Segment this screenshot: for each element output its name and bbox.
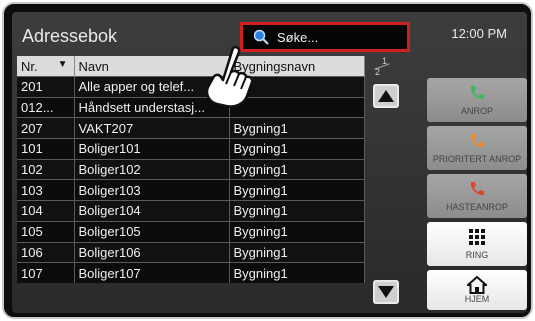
intercom-device: Adressebok Søke... 12:00 PM Nr. ▼ Navn By… <box>2 2 533 319</box>
cell-number: 101 <box>17 138 75 160</box>
screen: Adressebok Søke... 12:00 PM Nr. ▼ Navn By… <box>12 12 527 313</box>
search-icon <box>253 29 269 45</box>
table-row[interactable]: 207 VAKT207 Bygning1 <box>17 117 365 139</box>
table-row[interactable]: 102 Boliger102 Bygning1 <box>17 158 365 180</box>
table-row[interactable]: 012... Håndsett understasj... <box>17 96 365 118</box>
table-row[interactable]: 101 Boliger101 Bygning1 <box>17 138 365 160</box>
cell-building: Bygning1 <box>229 220 365 242</box>
phone-red-icon <box>470 182 484 196</box>
cell-name: Boliger101 <box>74 138 230 160</box>
arrow-up-icon <box>378 90 394 102</box>
cell-name: Boliger106 <box>74 241 230 263</box>
sort-arrow-icon[interactable]: ▼ <box>58 59 68 70</box>
search-label: Søke... <box>277 30 319 45</box>
keypad-icon <box>469 229 485 245</box>
ring-button[interactable]: RING <box>427 222 527 266</box>
cell-building: Bygning1 <box>229 179 365 201</box>
emergency-call-button[interactable]: HASTEANROP <box>427 174 527 218</box>
emergency-call-button-label: HASTEANROP <box>445 202 508 212</box>
phone-green-icon <box>470 86 484 100</box>
cell-number: 103 <box>17 179 75 201</box>
table-row[interactable]: 106 Boliger106 Bygning1 <box>17 241 365 263</box>
priority-call-button-label: PRIORITERT ANROP <box>432 154 522 164</box>
cell-name: Boliger102 <box>74 158 230 180</box>
cell-building: Bygning1 <box>229 200 365 222</box>
cell-number: 106 <box>17 241 75 263</box>
table-row[interactable]: 107 Boliger107 Bygning1 <box>17 262 365 283</box>
call-button-label: ANROP <box>460 106 493 116</box>
home-button-label: HJEM <box>464 294 490 304</box>
cell-number: 102 <box>17 158 75 180</box>
page-title: Adressebok <box>22 26 118 46</box>
page-indicator: 1 2 <box>370 56 394 77</box>
cell-name: Boliger104 <box>74 200 230 222</box>
cell-number: 105 <box>17 220 75 242</box>
table-row[interactable]: 103 Boliger103 Bygning1 <box>17 179 365 201</box>
page-total: 2 <box>375 67 381 77</box>
pointing-hand-icon <box>205 45 254 108</box>
cell-number: 012... <box>17 96 75 118</box>
cell-name: Boliger103 <box>74 179 230 201</box>
call-button[interactable]: ANROP <box>427 78 527 122</box>
column-header-number[interactable]: Nr. ▼ <box>17 56 75 77</box>
cell-name: Boliger105 <box>74 220 230 242</box>
arrow-down-icon <box>378 286 394 298</box>
cell-building: Bygning1 <box>229 138 365 160</box>
table-row[interactable]: 105 Boliger105 Bygning1 <box>17 220 365 242</box>
search-button[interactable]: Søke... <box>240 22 410 52</box>
address-table: Nr. ▼ Navn Bygningsnavn 201 Alle apper og … <box>17 56 365 283</box>
cell-name: Boliger107 <box>74 262 230 283</box>
table-row[interactable]: 201 Alle apper og telef... <box>17 76 365 98</box>
cell-number: 201 <box>17 76 75 98</box>
cell-name: VAKT207 <box>74 117 230 139</box>
home-icon <box>467 276 487 294</box>
phone-orange-icon <box>470 134 484 148</box>
cell-building: Bygning1 <box>229 158 365 180</box>
scroll-up-button[interactable] <box>373 84 399 108</box>
priority-call-button[interactable]: PRIORITERT ANROP <box>427 126 527 170</box>
ring-button-label: RING <box>465 250 489 260</box>
clock: 12:00 PM <box>451 26 507 41</box>
cell-building: Bygning1 <box>229 117 365 139</box>
home-button[interactable]: HJEM <box>427 270 527 310</box>
cell-building: Bygning1 <box>229 262 365 283</box>
scroll-down-button[interactable] <box>373 280 399 304</box>
cell-number: 107 <box>17 262 75 283</box>
cell-number: 104 <box>17 200 75 222</box>
cell-building: Bygning1 <box>229 241 365 263</box>
cell-number: 207 <box>17 117 75 139</box>
table-row[interactable]: 104 Boliger104 Bygning1 <box>17 200 365 222</box>
